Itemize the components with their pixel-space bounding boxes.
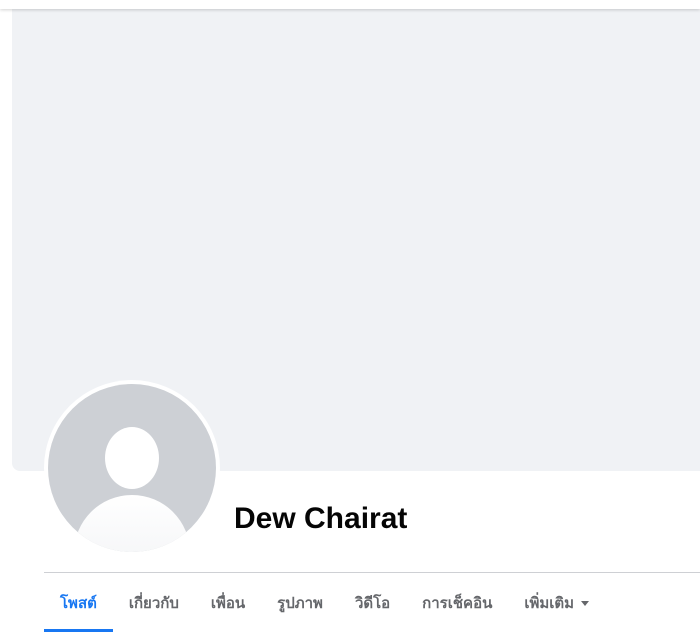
avatar-head-shape — [105, 427, 159, 489]
avatar-placeholder-icon — [48, 384, 216, 552]
profile-tabs: โพสต์ เกี่ยวกับ เพื่อน รูปภาพ วิดีโอ การ… — [44, 573, 605, 632]
tab-more[interactable]: เพิ่มเติม — [508, 573, 605, 632]
tab-label: การเช็คอิน — [422, 594, 493, 612]
tab-label: วิดีโอ — [354, 594, 391, 612]
tab-label: เพื่อน — [210, 594, 246, 612]
tab-check-ins[interactable]: การเช็คอิน — [406, 573, 508, 632]
caret-down-icon — [581, 601, 590, 606]
tab-about[interactable]: เกี่ยวกับ — [113, 573, 195, 632]
top-bar-edge — [0, 0, 700, 9]
tab-label: โพสต์ — [60, 594, 97, 612]
tab-videos[interactable]: วิดีโอ — [339, 573, 406, 632]
profile-page: Dew Chairat โพสต์ เกี่ยวกับ เพื่อน รูปภา… — [0, 0, 700, 632]
profile-name: Dew Chairat — [234, 502, 408, 535]
profile-picture[interactable] — [44, 380, 220, 556]
tab-label: รูปภาพ — [277, 594, 323, 612]
tab-photos[interactable]: รูปภาพ — [261, 573, 339, 632]
tab-friends[interactable]: เพื่อน — [195, 573, 261, 632]
tab-label: เพิ่มเติม — [524, 594, 575, 612]
avatar-body-shape — [74, 495, 190, 552]
tab-posts[interactable]: โพสต์ — [44, 573, 113, 632]
tab-label: เกี่ยวกับ — [128, 594, 179, 612]
